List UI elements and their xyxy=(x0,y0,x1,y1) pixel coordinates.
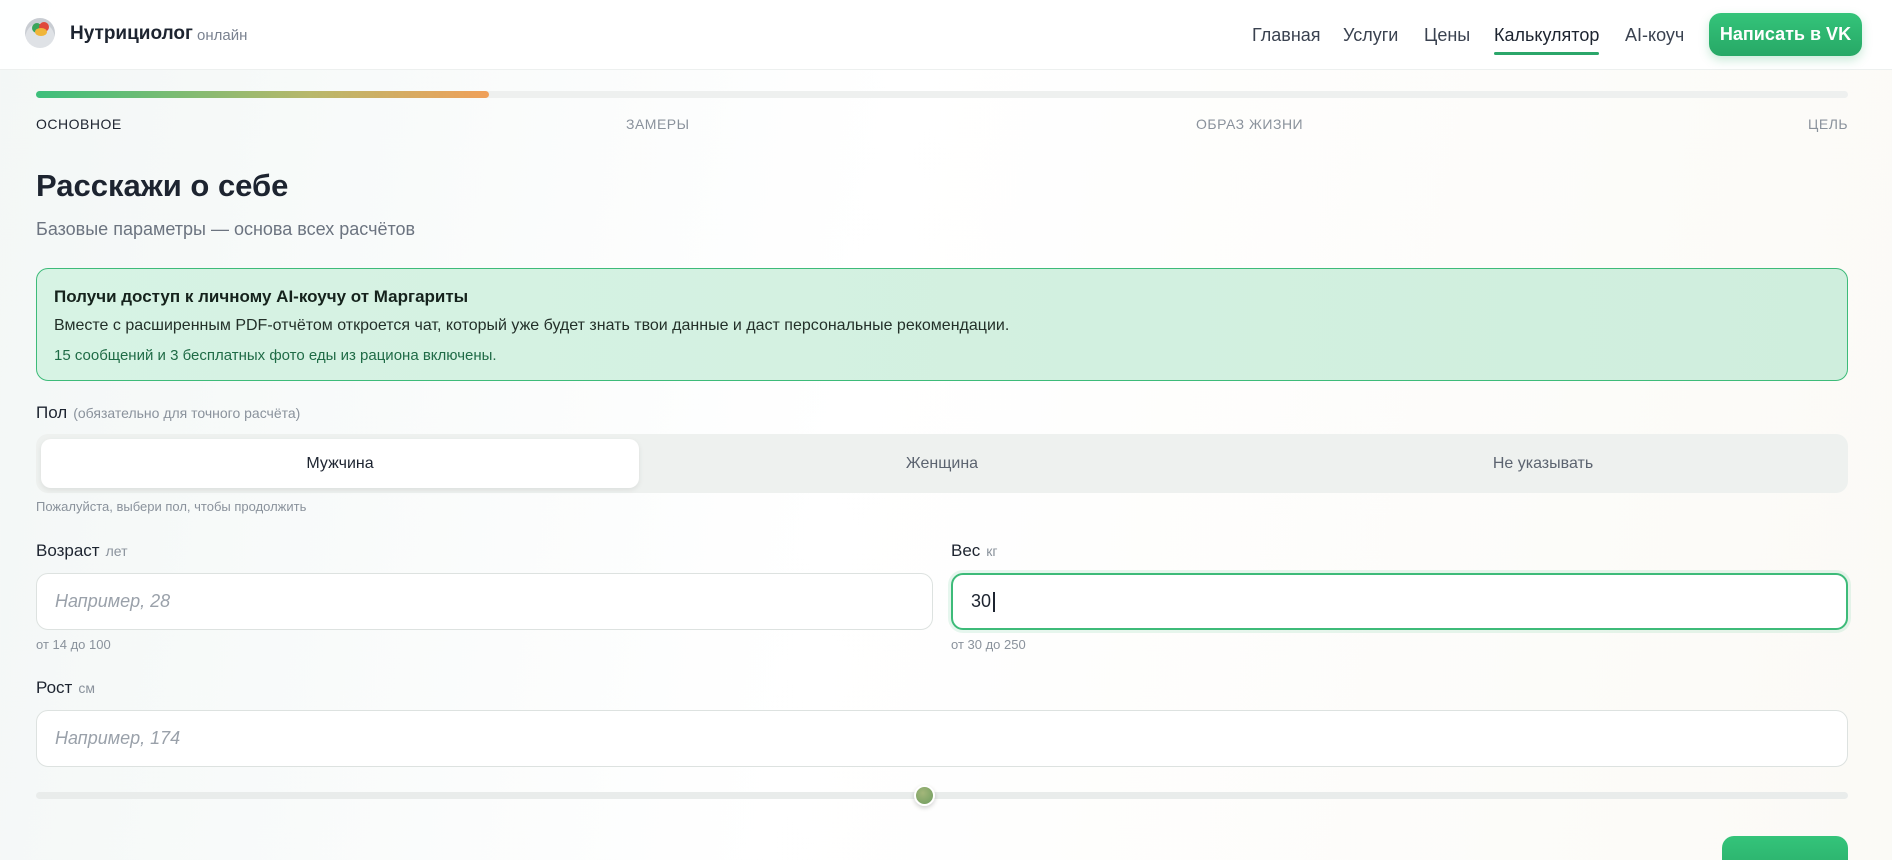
step-lifestyle: ОБРАЗ ЖИЗНИ xyxy=(1196,116,1304,132)
weight-input-value: 30 xyxy=(971,591,992,611)
nav-ai-coach[interactable]: AI-коуч xyxy=(1625,25,1684,46)
gender-option-male[interactable]: Мужчина xyxy=(41,439,639,488)
nav-home[interactable]: Главная xyxy=(1252,25,1321,46)
nav-prices[interactable]: Цены xyxy=(1424,25,1470,46)
brand-title[interactable]: Нутрициолог xyxy=(70,23,193,45)
step-goal: ЦЕЛЬ xyxy=(1808,116,1849,132)
page-subtitle: Базовые параметры — основа всех расчётов xyxy=(36,219,416,239)
height-label-text: Рост xyxy=(36,678,73,697)
write-vk-button[interactable]: Написать в VK xyxy=(1709,13,1862,56)
gender-segmented-control: Мужчина Женщина Не указывать xyxy=(36,434,1848,493)
nav-calculator[interactable]: Калькулятор xyxy=(1494,25,1600,55)
step-basic: ОСНОВНОЕ xyxy=(36,116,122,132)
age-label: Возраст лет xyxy=(36,541,128,561)
age-label-text: Возраст xyxy=(36,541,100,560)
progress-bar xyxy=(36,91,1848,98)
weight-helper: от 30 до 250 xyxy=(951,637,1026,652)
promo-text: Вместе с расширенным PDF-отчётом откроет… xyxy=(54,317,1010,334)
height-unit: см xyxy=(78,680,95,696)
weight-label: Вес кг xyxy=(951,541,998,561)
gender-label: Пол (обязательно для точного расчёта) xyxy=(36,403,300,423)
gender-option-unspecified[interactable]: Не указывать xyxy=(1244,439,1842,488)
weight-label-text: Вес xyxy=(951,541,981,560)
height-slider-thumb[interactable] xyxy=(913,785,935,806)
promo-title: Получи доступ к личному AI-коучу от Марг… xyxy=(54,287,469,306)
promo-note: 15 сообщений и 3 бесплатных фото еды из … xyxy=(54,347,497,364)
page-title: Расскажи о себе xyxy=(36,168,289,203)
step-measurements: ЗАМЕРЫ xyxy=(626,116,690,132)
weight-unit: кг xyxy=(986,543,998,559)
next-button[interactable] xyxy=(1722,836,1848,860)
gender-label-text: Пол xyxy=(36,403,68,422)
age-helper: от 14 до 100 xyxy=(36,637,111,652)
nav-services[interactable]: Услуги xyxy=(1343,25,1398,46)
progress-fill xyxy=(36,91,489,98)
ai-coach-promo: Получи доступ к личному AI-коучу от Марг… xyxy=(36,268,1848,381)
height-input[interactable]: Например, 174 xyxy=(36,710,1848,767)
text-caret xyxy=(993,591,995,612)
brand-subtitle: онлайн xyxy=(197,27,248,44)
top-header: Нутрициолог онлайн Главная Услуги Цены К… xyxy=(0,0,1892,70)
height-label: Рост см xyxy=(36,678,95,698)
salad-bowl-icon[interactable] xyxy=(25,18,55,48)
gender-helper: Пожалуйста, выбери пол, чтобы продолжить xyxy=(36,499,307,514)
weight-input[interactable]: 30 xyxy=(951,573,1848,630)
height-slider[interactable] xyxy=(36,785,1848,806)
age-unit: лет xyxy=(105,543,128,559)
gender-hint: (обязательно для точного расчёта) xyxy=(73,405,301,421)
gender-option-female[interactable]: Женщина xyxy=(643,439,1241,488)
age-input[interactable]: Например, 28 xyxy=(36,573,933,630)
